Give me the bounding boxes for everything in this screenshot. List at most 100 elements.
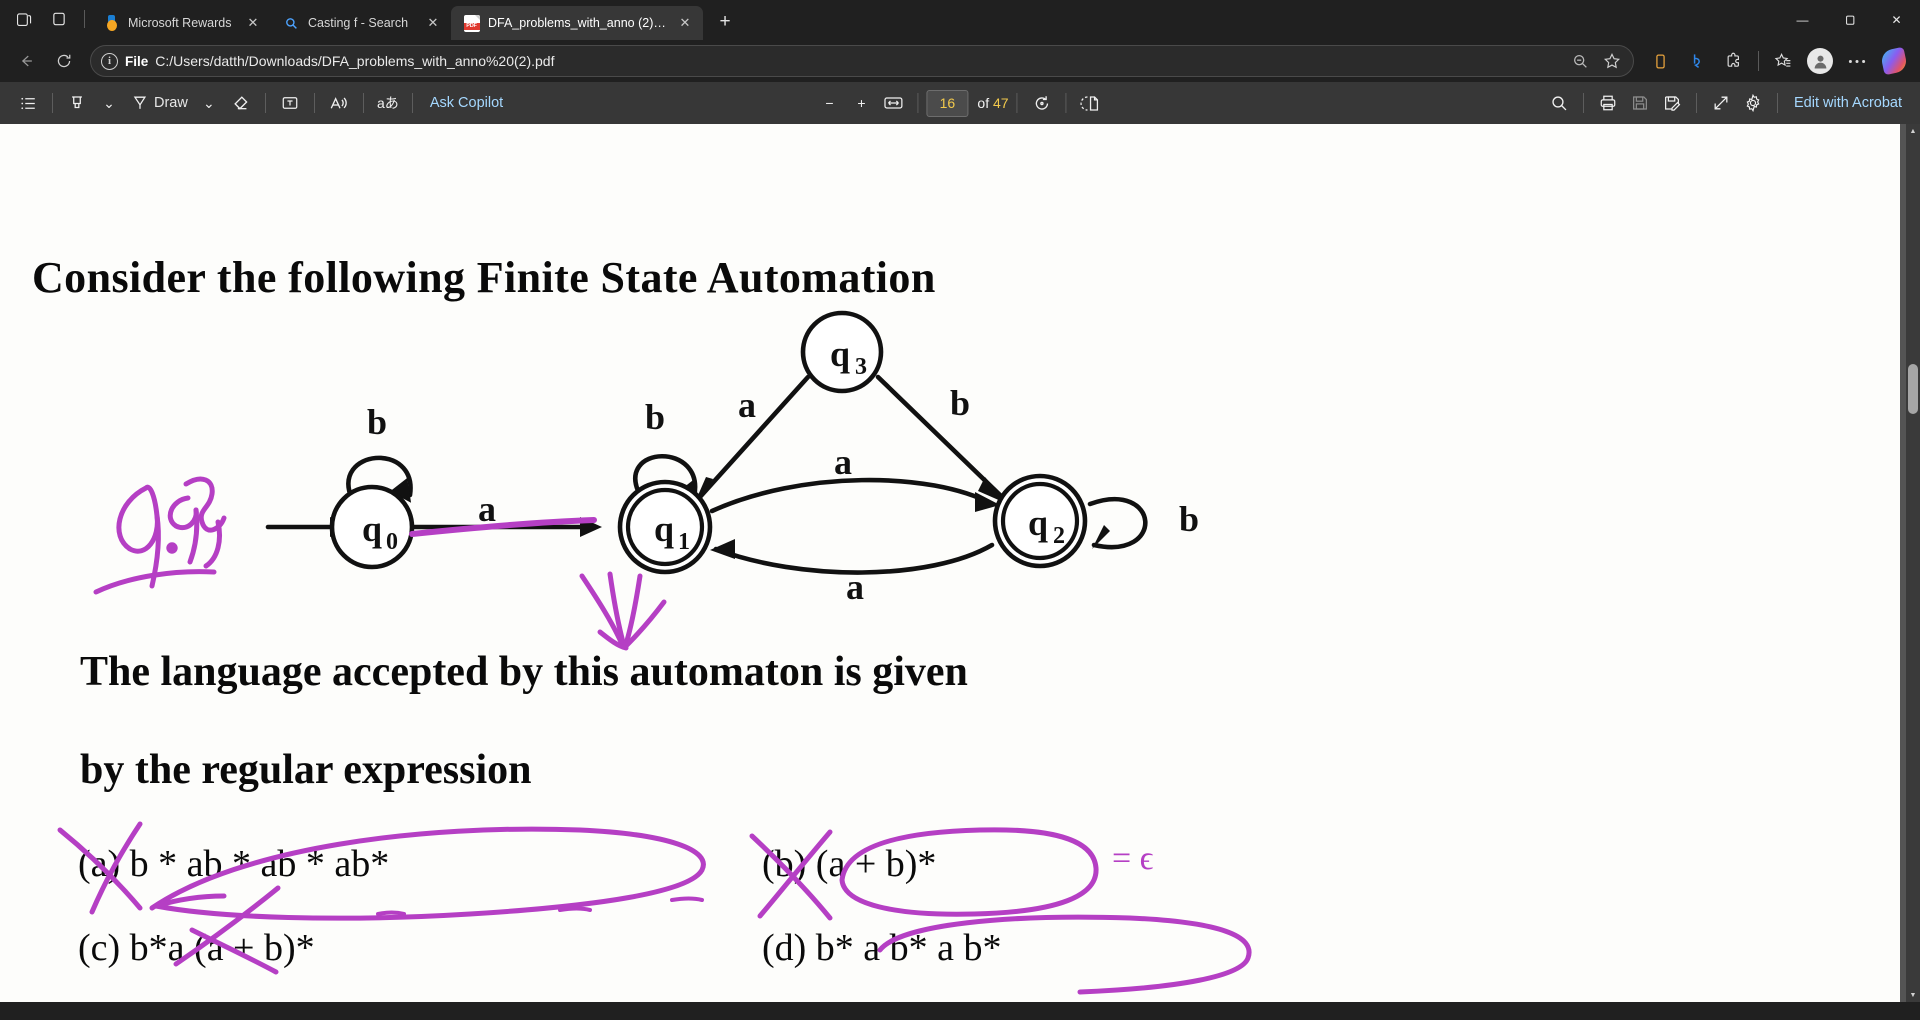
document-content: Consider the following Finite State Auto…	[0, 124, 1900, 1002]
save-as-icon[interactable]	[1656, 88, 1688, 118]
print-icon[interactable]	[1592, 88, 1624, 118]
new-tab-button[interactable]: +	[709, 6, 741, 38]
eraser-icon[interactable]	[225, 88, 257, 118]
svg-text:3: 3	[855, 354, 867, 380]
body-line-2: by the regular expression	[80, 747, 532, 793]
page-number-input[interactable]: 16	[926, 89, 969, 117]
toolbar-divider	[264, 93, 266, 113]
browser-tab-pdf[interactable]: DFA_problems_with_anno (2).pdf ✕	[451, 6, 703, 40]
browser-navigation-bar: i File C:/Users/datth/Downloads/DFA_prob…	[0, 40, 1920, 82]
fullscreen-icon[interactable]	[1705, 88, 1737, 118]
pdf-icon	[463, 14, 480, 32]
edge-q3-q2-b	[875, 374, 1003, 498]
tab-title: DFA_problems_with_anno (2).pdf	[488, 16, 667, 30]
highlight-icon[interactable]	[61, 88, 93, 118]
vertical-scrollbar[interactable]: ▲ ▼	[1906, 124, 1920, 1002]
answer-option-a: (a) b * ab * ab * ab*	[78, 843, 390, 885]
tab-search-icon[interactable]	[6, 3, 40, 35]
tab-close-button[interactable]: ✕	[243, 13, 263, 33]
edge-label-q1-b: b	[645, 397, 665, 437]
url-text[interactable]: C:/Users/datth/Downloads/DFA_problems_wi…	[155, 53, 1558, 69]
site-info-icon[interactable]: i	[101, 52, 118, 70]
maximize-button[interactable]	[1826, 0, 1873, 40]
pdf-viewer-toolbar: ⌄ Draw ⌄ aあ Ask Copilot − + 16 of 47 Edi…	[0, 82, 1920, 124]
back-button[interactable]	[8, 45, 44, 77]
address-bar[interactable]: i File C:/Users/datth/Downloads/DFA_prob…	[90, 45, 1634, 77]
toolbar-divider	[1065, 93, 1067, 113]
ask-copilot-button[interactable]: Ask Copilot	[421, 88, 512, 118]
refresh-button[interactable]	[46, 45, 82, 77]
svg-text:q: q	[1028, 503, 1048, 543]
draw-options-chevron-down-icon[interactable]: ⌄	[193, 88, 225, 118]
ink-annotation-epsilon: = ϵ	[1112, 840, 1154, 877]
toolbar-divider	[1016, 93, 1018, 113]
mobile-device-icon[interactable]	[1642, 45, 1678, 77]
browser-tab-rewards[interactable]: Microsoft Rewards ✕	[91, 6, 271, 40]
zoom-in-button[interactable]: +	[845, 88, 877, 118]
highlight-options-chevron-down-icon[interactable]: ⌄	[93, 88, 125, 118]
close-window-button[interactable]: ✕	[1873, 0, 1920, 40]
rewards-icon	[103, 15, 120, 32]
zoom-out-icon[interactable]	[1565, 47, 1595, 75]
search-icon	[283, 15, 300, 32]
profile-avatar[interactable]	[1802, 45, 1838, 77]
window-controls: — ✕	[1779, 0, 1920, 40]
tab-title: Casting f - Search	[308, 16, 409, 30]
tab-close-button[interactable]: ✕	[675, 13, 695, 33]
scroll-down-button[interactable]: ▼	[1906, 988, 1920, 1002]
text-box-icon[interactable]	[274, 88, 306, 118]
toolbar-divider	[411, 93, 413, 113]
toolbar-divider	[1583, 93, 1584, 113]
state-q1: q 1	[617, 479, 713, 575]
toolbar-divider	[917, 93, 919, 113]
table-of-contents-icon[interactable]	[12, 88, 44, 118]
search-in-document-icon[interactable]	[1543, 88, 1575, 118]
translate-icon[interactable]: aあ	[372, 88, 404, 118]
edge-q1-q2-a	[709, 477, 995, 514]
split-screen-icon[interactable]	[42, 3, 76, 35]
browser-tab-search[interactable]: Casting f - Search ✕	[271, 6, 451, 40]
edit-with-acrobat-button[interactable]: Edit with Acrobat	[1786, 88, 1910, 118]
page-count-label: of 47	[977, 95, 1008, 111]
edge-label-q1-q2-a: a	[834, 442, 852, 482]
file-scheme-label: File	[125, 53, 149, 69]
tab-close-button[interactable]: ✕	[423, 13, 443, 33]
zoom-out-button[interactable]: −	[813, 88, 845, 118]
browser-tabs: Microsoft Rewards ✕ Casting f - Search ✕…	[91, 0, 703, 40]
toolbar-divider	[1758, 51, 1759, 71]
toolbar-divider	[362, 93, 364, 113]
address-bar-actions	[1565, 47, 1627, 75]
ink-tick-2	[558, 906, 592, 912]
draw-button[interactable]: Draw	[125, 88, 193, 118]
page-title: Consider the following Finite State Auto…	[32, 253, 936, 302]
svg-text:q: q	[654, 509, 674, 549]
svg-text:0: 0	[386, 529, 398, 555]
state-q0: q 0	[329, 484, 415, 570]
minimize-button[interactable]: —	[1779, 0, 1826, 40]
edge-label-q2-q1-a: a	[846, 567, 864, 607]
copilot-icon[interactable]	[1876, 45, 1912, 77]
pdf-toolbar-right: Edit with Acrobat	[1543, 88, 1910, 118]
settings-more-icon[interactable]	[1839, 45, 1875, 77]
answer-option-d: (d) b* a b* a b*	[762, 927, 1002, 969]
svg-text:1: 1	[678, 529, 690, 555]
edge-label-q0-b: b	[367, 402, 387, 442]
toolbar-divider	[52, 93, 53, 113]
favorite-star-icon[interactable]	[1597, 47, 1627, 75]
finite-state-automaton-diagram: q 0 q 1 q 2 q 3 b a b a b a a b	[265, 310, 1199, 607]
page-view-icon[interactable]	[1075, 88, 1107, 118]
edge-label-q3-q1-a: a	[738, 385, 756, 425]
scrollbar-thumb[interactable]	[1908, 364, 1918, 414]
extensions-icon[interactable]	[1716, 45, 1752, 77]
collections-icon[interactable]	[1765, 45, 1801, 77]
scroll-up-button[interactable]: ▲	[1906, 124, 1920, 138]
settings-gear-icon[interactable]	[1737, 88, 1769, 118]
edge-label-q0-q1-a: a	[478, 489, 496, 529]
bing-copilot-icon[interactable]	[1679, 45, 1715, 77]
fit-to-width-icon[interactable]	[877, 88, 909, 118]
state-q2: q 2	[992, 473, 1088, 569]
answer-option-b: (b) (a + b)*	[762, 843, 937, 885]
svg-text:q: q	[362, 509, 382, 549]
rotate-icon[interactable]	[1026, 88, 1058, 118]
read-aloud-icon[interactable]	[323, 88, 355, 118]
